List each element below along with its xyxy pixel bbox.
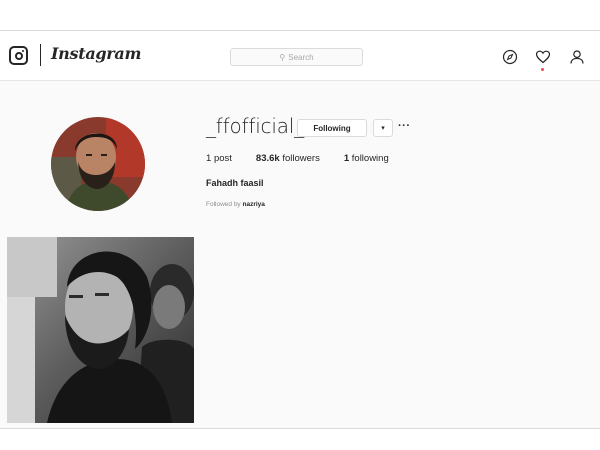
instagram-wordmark[interactable]: Instagram bbox=[51, 44, 141, 63]
person-icon[interactable] bbox=[569, 49, 585, 65]
instagram-camera-icon[interactable] bbox=[9, 46, 28, 65]
more-options-icon[interactable]: ··· bbox=[398, 119, 412, 137]
followers-stat[interactable]: 83.6k followers bbox=[256, 153, 320, 164]
followed-by-user-link[interactable]: nazriya bbox=[243, 201, 265, 208]
following-label: following bbox=[351, 153, 389, 164]
followed-by-prefix: Followed by bbox=[206, 201, 241, 208]
search-placeholder: Search bbox=[288, 52, 314, 62]
profile-username: _ffofficial_ bbox=[206, 114, 304, 138]
profile-avatar[interactable] bbox=[51, 117, 145, 211]
following-stat[interactable]: 1 following bbox=[344, 153, 389, 164]
followers-label: followers bbox=[282, 153, 320, 164]
window-bottom-border bbox=[0, 428, 600, 429]
following-count: 1 bbox=[343, 153, 350, 164]
post-thumbnail[interactable] bbox=[7, 237, 194, 423]
search-icon: ⚲ bbox=[279, 52, 286, 62]
followed-by-text: Followed by nazriya bbox=[206, 201, 265, 208]
logo-divider bbox=[40, 44, 41, 66]
posts-stat: 1 post bbox=[206, 153, 232, 164]
suggestions-dropdown-button[interactable]: ▾ bbox=[373, 119, 393, 137]
compass-icon[interactable] bbox=[502, 49, 518, 65]
notification-dot bbox=[541, 68, 544, 71]
posts-label: post bbox=[213, 153, 232, 164]
profile-full-name: Fahadh faasil bbox=[206, 178, 264, 188]
following-button[interactable]: Following bbox=[297, 119, 367, 137]
search-input[interactable]: ⚲ Search bbox=[230, 48, 363, 66]
top-navigation-bar: Instagram ⚲ Search bbox=[0, 31, 600, 81]
profile-stats: 1 post 83.6k followers 1 following bbox=[206, 153, 413, 164]
heart-icon[interactable] bbox=[535, 49, 551, 65]
posts-count: 1 bbox=[206, 153, 212, 164]
followers-count: 83.6k bbox=[255, 153, 280, 164]
